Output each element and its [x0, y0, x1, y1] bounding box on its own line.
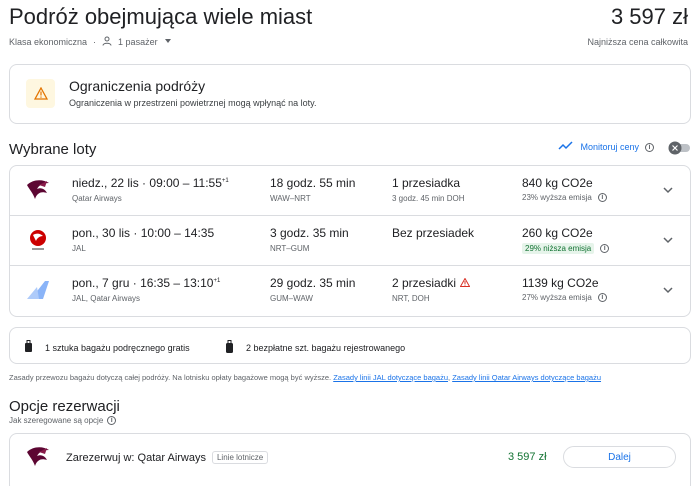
baggage-info: 1 sztuka bagażu podręcznego gratis 2 bez… [9, 327, 691, 364]
flight-route: NRT–GUM [270, 244, 310, 253]
flight-date: pon., 30 lis [72, 226, 131, 240]
day-offset: +1 [221, 178, 229, 184]
jal-logo [23, 227, 53, 253]
selected-flights-title: Wybrane loty [9, 141, 97, 158]
passenger-icon [102, 36, 112, 48]
booking-options-title: Opcje rezerwacji [9, 398, 120, 415]
airline-name: Qatar Airways [72, 194, 122, 203]
flight-duration: 29 godz. 35 min [270, 276, 356, 290]
flight-duration: 18 godz. 55 min [270, 176, 356, 190]
flight-duration: 3 godz. 35 min [270, 226, 349, 240]
qatar-airways-logo [23, 177, 53, 203]
track-prices-label[interactable]: Monitoruj ceny [580, 142, 639, 152]
chevron-down-icon[interactable] [662, 233, 674, 245]
dropdown-arrow-icon[interactable] [164, 37, 172, 47]
info-icon[interactable]: i [107, 416, 117, 425]
track-prices-toggle[interactable] [668, 141, 692, 155]
emission-note: 27% wyższa emisja i [522, 293, 607, 302]
baggage-note: Zasady przewozu bagażu dotyczą całej pod… [9, 373, 602, 382]
emission-note: 29% niższa emisja i [522, 243, 610, 254]
sort-note[interactable]: Jak szeregowane są opcje i [9, 416, 117, 425]
info-icon[interactable]: i [597, 193, 607, 202]
stop-detail: 3 godz. 45 min DOH [392, 194, 465, 203]
flight-times: pon., 7 gru · 16:35 – 13:10+1 [72, 276, 221, 290]
flight-route: WAW–NRT [270, 194, 311, 203]
day-offset: +1 [213, 278, 221, 284]
carry-on-bag-icon [24, 340, 33, 355]
lower-emission-badge: 29% niższa emisja [522, 243, 595, 254]
emission-note: 23% wyższa emisja i [522, 193, 607, 202]
total-price: 3 597 zł [610, 4, 688, 29]
alert-title: Ograniczenia podróży [69, 78, 206, 94]
page-title: Podróż obejmująca wiele miast [9, 4, 313, 29]
alert-text: Ograniczenia w przestrzeni powietrznej m… [69, 98, 317, 108]
airline-name: JAL, Qatar Airways [72, 294, 141, 303]
booking-provider: Zarezerwuj w: Qatar Airways Linie lotnic… [66, 451, 269, 464]
flight-times: pon., 30 lis · 10:00 – 14:35 [72, 226, 215, 240]
qatar-airways-logo [23, 444, 53, 470]
co2-value: 840 kg CO2e [522, 176, 593, 190]
chevron-down-icon[interactable] [662, 183, 674, 195]
flight-row[interactable]: pon., 7 gru · 16:35 – 13:10+1 JAL, Qatar… [10, 266, 690, 316]
trip-options: Klasa ekonomiczna · 1 pasażer [9, 36, 172, 48]
checked-bag-icon [225, 340, 234, 356]
flight-row[interactable]: niedz., 22 lis · 09:00 – 11:55+1 Qatar A… [10, 166, 690, 216]
flight-date: pon., 7 gru [72, 276, 130, 290]
booking-price: 3 597 zł [508, 451, 547, 463]
price-tracking[interactable]: Monitoruj ceny i [558, 141, 654, 153]
warning-icon [459, 276, 471, 290]
flight-stops: 2 przesiadki [392, 276, 471, 290]
multi-airline-logo [23, 277, 53, 303]
flight-row[interactable]: pon., 30 lis · 10:00 – 14:35 JAL 3 godz.… [10, 216, 690, 266]
warning-icon [26, 79, 55, 108]
jal-baggage-link[interactable]: Zasady linii JAL dotyczące bagażu [333, 373, 448, 382]
airline-chip: Linie lotnicze [211, 451, 269, 464]
flight-stops: 1 przesiadka [392, 176, 461, 190]
separator-dot: · [93, 37, 97, 47]
chevron-down-icon[interactable] [662, 283, 674, 295]
booking-option: Zarezerwuj w: Qatar Airways Linie lotnic… [9, 433, 691, 486]
airline-name: JAL [72, 244, 86, 253]
flight-stops: Bez przesiadek [392, 226, 475, 240]
passenger-count[interactable]: 1 pasażer [118, 37, 158, 47]
stop-detail: NRT, DOH [392, 294, 430, 303]
co2-value: 1139 kg CO2e [522, 276, 599, 290]
flight-route: GUM–WAW [270, 294, 313, 303]
trend-icon [558, 141, 574, 153]
flight-hours: 10:00 – 14:35 [140, 226, 215, 240]
cabin-class[interactable]: Klasa ekonomiczna [9, 37, 87, 47]
flight-hours: 09:00 – 11:55 [149, 176, 222, 190]
info-icon[interactable]: i [600, 244, 610, 253]
info-icon[interactable]: i [597, 293, 607, 302]
checked-bag: 2 bezpłatne szt. bagażu rejestrowanego [225, 340, 405, 356]
carry-on-bag: 1 sztuka bagażu podręcznego gratis [24, 340, 190, 355]
travel-restrictions-alert: Ograniczenia podróży Ograniczenia w prze… [9, 64, 691, 124]
info-icon[interactable]: i [645, 142, 654, 152]
flight-hours: 16:35 – 13:10 [140, 276, 214, 290]
flight-times: niedz., 22 lis · 09:00 – 11:55+1 [72, 176, 229, 190]
flight-date: niedz., 22 lis [72, 176, 139, 190]
continue-button[interactable]: Dalej [563, 446, 676, 468]
qatar-baggage-link[interactable]: Zasady linii Qatar Airways dotyczące bag… [452, 373, 601, 382]
flights-list: niedz., 22 lis · 09:00 – 11:55+1 Qatar A… [9, 165, 691, 317]
price-note: Najniższa cena całkowita [587, 37, 688, 47]
co2-value: 260 kg CO2e [522, 226, 593, 240]
